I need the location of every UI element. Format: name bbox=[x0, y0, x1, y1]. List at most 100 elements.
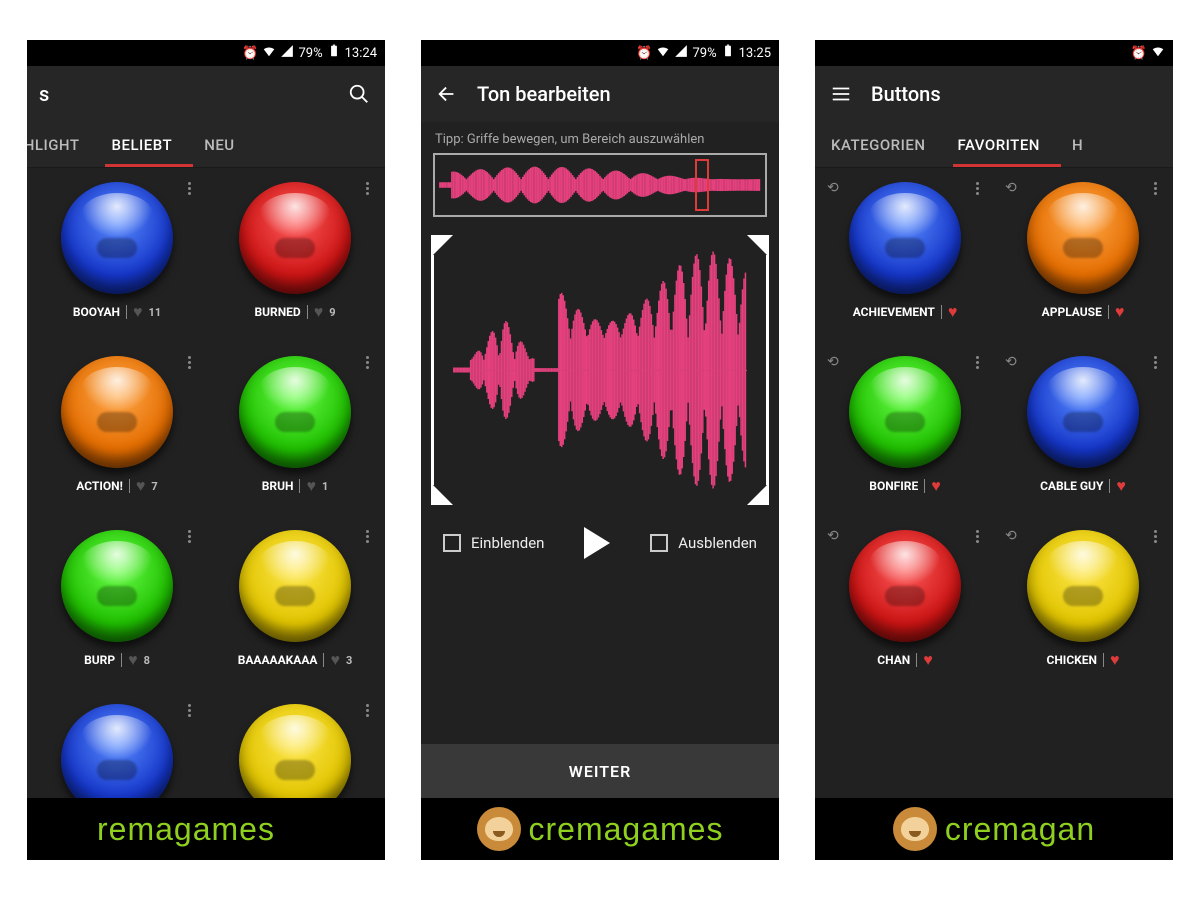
trim-handle-right[interactable] bbox=[745, 235, 769, 505]
app-bar: Ton bearbeiten bbox=[421, 66, 779, 122]
more-icon[interactable] bbox=[366, 182, 369, 195]
replay-icon[interactable]: ⟲ bbox=[1005, 528, 1017, 544]
trim-handle-left[interactable] bbox=[431, 235, 455, 505]
page-title: Ton bearbeiten bbox=[477, 82, 767, 106]
tab-neu[interactable]: NEU bbox=[188, 122, 250, 167]
alarm-icon: ⏰ bbox=[242, 46, 258, 61]
sound-button[interactable] bbox=[61, 704, 173, 798]
back-icon[interactable] bbox=[433, 80, 461, 108]
sound-button[interactable] bbox=[849, 182, 961, 294]
brand-text: cremagan bbox=[945, 811, 1095, 848]
replay-icon[interactable]: ⟲ bbox=[827, 528, 839, 544]
sound-button[interactable] bbox=[239, 704, 351, 798]
sound-button[interactable] bbox=[239, 182, 351, 294]
tab-kategorien[interactable]: KATEGORIEN bbox=[815, 122, 941, 167]
sound-button-cell: ⟲CABLE GUY♥ bbox=[999, 350, 1167, 518]
button-label: BRUH bbox=[262, 479, 294, 493]
sound-button[interactable] bbox=[1027, 356, 1139, 468]
button-label: BURNED bbox=[254, 305, 300, 319]
sound-button[interactable] bbox=[849, 530, 961, 642]
fade-in-checkbox[interactable]: Einblenden bbox=[443, 534, 544, 552]
search-icon[interactable] bbox=[345, 80, 373, 108]
sound-button[interactable] bbox=[61, 530, 173, 642]
button-label-row: BOOYAH♥11 bbox=[73, 302, 161, 322]
separator bbox=[1108, 305, 1109, 319]
button-label: BAAAAAKAAA bbox=[238, 653, 318, 667]
status-bar: ⏰ 79% 13:25 bbox=[421, 40, 779, 66]
sound-button-cell: ♥ bbox=[33, 698, 201, 798]
sound-button[interactable] bbox=[1027, 182, 1139, 294]
heart-icon[interactable]: ♥ bbox=[314, 302, 324, 322]
more-icon[interactable] bbox=[366, 356, 369, 369]
replay-icon[interactable]: ⟲ bbox=[827, 354, 839, 370]
like-count: 9 bbox=[329, 306, 335, 319]
more-icon[interactable] bbox=[976, 356, 979, 369]
tab-beliebt[interactable]: BELIEBT bbox=[96, 122, 189, 167]
heart-icon[interactable]: ♥ bbox=[136, 476, 146, 496]
app-bar: s bbox=[27, 66, 385, 122]
more-icon[interactable] bbox=[188, 530, 191, 543]
fade-out-checkbox[interactable]: Ausblenden bbox=[650, 534, 757, 552]
sound-button-cell: ⟲CHAN♥ bbox=[821, 524, 989, 692]
more-icon[interactable] bbox=[188, 356, 191, 369]
separator bbox=[1103, 653, 1104, 667]
like-count: 7 bbox=[151, 480, 157, 493]
heart-icon[interactable]: ♥ bbox=[1116, 476, 1126, 496]
more-icon[interactable] bbox=[976, 530, 979, 543]
replay-icon[interactable]: ⟲ bbox=[1005, 180, 1017, 196]
separator bbox=[129, 479, 130, 493]
clock: 13:25 bbox=[739, 46, 771, 61]
separator bbox=[307, 305, 308, 319]
waveform-midline bbox=[453, 370, 747, 371]
more-icon[interactable] bbox=[1154, 182, 1157, 195]
like-count: 3 bbox=[346, 654, 352, 667]
tabs: GHLIGHT BELIEBT NEU bbox=[27, 122, 385, 168]
sound-button-cell: ⟲ACHIEVEMENT♥ bbox=[821, 176, 989, 344]
heart-icon[interactable]: ♥ bbox=[133, 302, 143, 322]
button-label-row: BRUH♥1 bbox=[262, 476, 329, 496]
more-icon[interactable] bbox=[976, 182, 979, 195]
button-label: ACTION! bbox=[76, 479, 123, 493]
tab-highlight[interactable]: GHLIGHT bbox=[27, 122, 96, 167]
waveform-zoom[interactable] bbox=[433, 235, 767, 505]
heart-icon[interactable]: ♥ bbox=[306, 476, 316, 496]
waveform-overview[interactable] bbox=[433, 153, 767, 217]
separator bbox=[323, 653, 324, 667]
battery-icon bbox=[327, 44, 341, 62]
brand-text: cremagames bbox=[529, 811, 724, 848]
more-icon[interactable] bbox=[188, 182, 191, 195]
sound-button[interactable] bbox=[239, 530, 351, 642]
next-button[interactable]: WEITER bbox=[421, 744, 779, 798]
heart-icon[interactable]: ♥ bbox=[330, 650, 340, 670]
button-label-row: BONFIRE♥ bbox=[869, 476, 940, 496]
separator bbox=[916, 653, 917, 667]
brand-banner: cremagames bbox=[421, 798, 779, 860]
sound-button[interactable] bbox=[849, 356, 961, 468]
more-icon[interactable] bbox=[366, 704, 369, 717]
tab-highlight[interactable]: H bbox=[1056, 122, 1099, 167]
heart-icon[interactable]: ♥ bbox=[931, 476, 941, 496]
sound-button-cell: BURNED ♥ 9 bbox=[211, 176, 379, 344]
sound-button[interactable] bbox=[239, 356, 351, 468]
more-icon[interactable] bbox=[188, 704, 191, 717]
sound-button[interactable] bbox=[1027, 530, 1139, 642]
play-button[interactable] bbox=[584, 527, 610, 559]
heart-icon[interactable]: ♥ bbox=[128, 650, 138, 670]
button-label-row: BURNED ♥ 9 bbox=[254, 302, 335, 322]
selection-indicator[interactable] bbox=[695, 159, 709, 211]
replay-icon[interactable]: ⟲ bbox=[827, 180, 839, 196]
more-icon[interactable] bbox=[366, 530, 369, 543]
more-icon[interactable] bbox=[1154, 356, 1157, 369]
replay-icon[interactable]: ⟲ bbox=[1005, 354, 1017, 370]
heart-icon[interactable]: ♥ bbox=[948, 302, 958, 322]
tab-favoriten[interactable]: FAVORITEN bbox=[941, 122, 1055, 167]
heart-icon[interactable]: ♥ bbox=[923, 650, 933, 670]
heart-icon[interactable]: ♥ bbox=[1115, 302, 1125, 322]
menu-icon[interactable] bbox=[827, 80, 855, 108]
heart-icon[interactable]: ♥ bbox=[1110, 650, 1120, 670]
more-icon[interactable] bbox=[1154, 530, 1157, 543]
status-bar: ⏰ bbox=[815, 40, 1173, 66]
status-bar: ⏰ 79% 13:24 bbox=[27, 40, 385, 66]
sound-button[interactable] bbox=[61, 182, 173, 294]
sound-button[interactable] bbox=[61, 356, 173, 468]
